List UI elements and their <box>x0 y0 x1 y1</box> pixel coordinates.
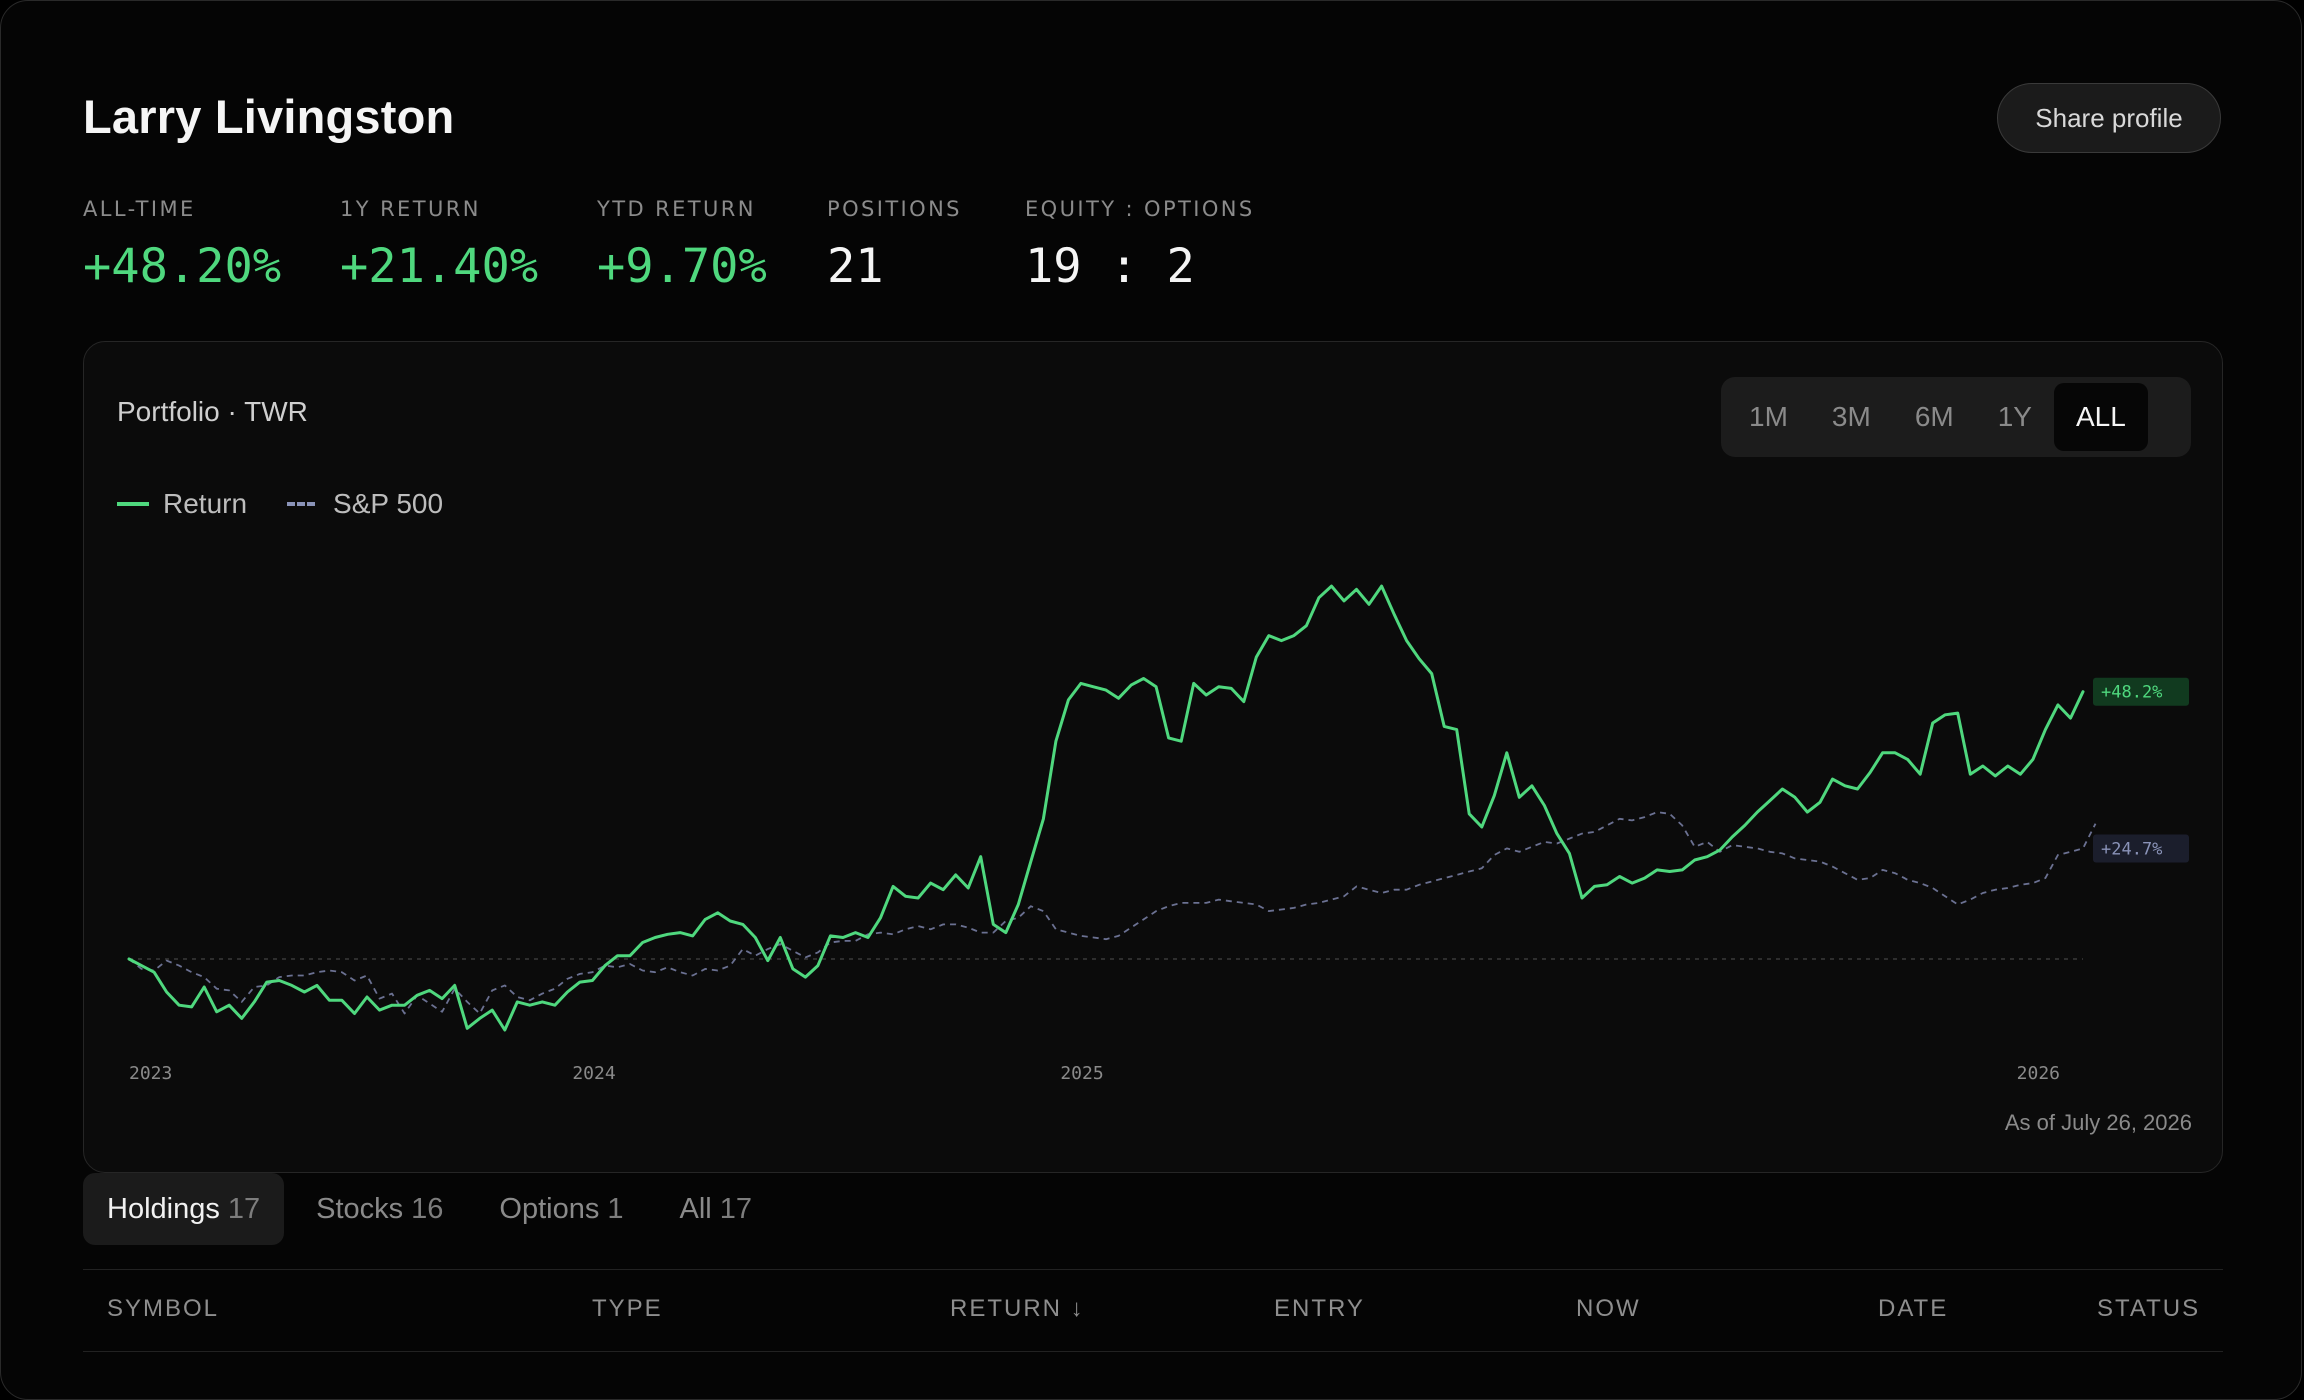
profile-page: Larry Livingston Share profile ALL-TIME … <box>0 0 2302 1400</box>
holdings-tabs: Holdings 17 Stocks 16 Options 1 All 17 <box>83 1173 784 1245</box>
tab-holdings[interactable]: Holdings 17 <box>83 1173 285 1245</box>
x-tick-label: 2024 <box>572 1063 615 1084</box>
stat-label: POSITIONS <box>827 197 962 221</box>
as-of-date: As of July 26, 2026 <box>2004 1110 2192 1135</box>
share-profile-button[interactable]: Share profile <box>1997 83 2221 153</box>
page-title: Larry Livingston <box>83 90 455 143</box>
table-divider-top <box>83 1269 2223 1270</box>
tab-label: Holdings <box>107 1192 220 1225</box>
tab-stocks[interactable]: Stocks 16 <box>292 1173 467 1245</box>
column-header-return[interactable]: RETURN ↓ <box>950 1295 1085 1323</box>
x-tick-label: 2026 <box>2017 1063 2060 1084</box>
stat-label: ALL-TIME <box>83 197 196 221</box>
column-header-date[interactable]: DATE <box>1878 1295 1948 1323</box>
tab-options[interactable]: Options 1 <box>475 1173 647 1245</box>
tab-count: 1 <box>607 1192 624 1225</box>
stat-label: EQUITY : OPTIONS <box>1025 197 1255 221</box>
end-label-sp500: +24.7% <box>2101 839 2162 859</box>
stat-equity-options: EQUITY : OPTIONS 19 : 2 <box>1025 197 1255 294</box>
tab-label: All <box>679 1192 712 1225</box>
stat-ytd-return: YTD RETURN +9.70% <box>597 197 767 294</box>
stat-label: 1Y RETURN <box>340 197 481 221</box>
portfolio-chart-card: Portfolio · TWR 1M 3M 6M 1Y ALL Return S… <box>83 341 2223 1173</box>
tab-label: Stocks <box>316 1192 404 1225</box>
column-header-status[interactable]: STATUS <box>2097 1295 2200 1323</box>
tab-label: Options <box>499 1192 600 1225</box>
column-header-symbol[interactable]: SYMBOL <box>107 1295 219 1323</box>
tab-count: 17 <box>719 1192 752 1225</box>
stat-label: YTD RETURN <box>597 197 756 221</box>
tab-count: 16 <box>411 1192 444 1225</box>
tab-count: 17 <box>227 1192 261 1225</box>
stat-all-time: ALL-TIME +48.20% <box>83 197 281 294</box>
stat-value: +48.20% <box>83 239 282 294</box>
column-header-type[interactable]: TYPE <box>592 1295 663 1323</box>
end-label-return: +48.2% <box>2101 683 2162 703</box>
series-line-sp500 <box>128 811 2097 1015</box>
tab-all[interactable]: All 17 <box>656 1173 777 1245</box>
stat-value: 19 : 2 <box>1025 239 1195 294</box>
stat-value: +9.70% <box>597 239 767 294</box>
stat-positions: POSITIONS 21 <box>827 197 962 294</box>
stat-1y-return: 1Y RETURN +21.40% <box>340 197 538 294</box>
column-header-entry[interactable]: ENTRY <box>1274 1295 1365 1323</box>
stat-value: 21 <box>827 239 884 294</box>
x-tick-label: 2023 <box>129 1063 172 1084</box>
x-tick-label: 2025 <box>1060 1063 1103 1084</box>
portfolio-line-chart: +48.2% +24.7% 2023 2024 2025 2026 <box>127 584 2189 1084</box>
stat-value: +21.40% <box>340 239 539 294</box>
series-line-return <box>127 584 2085 1032</box>
column-header-now[interactable]: NOW <box>1576 1295 1641 1323</box>
table-divider-bottom <box>83 1351 2223 1352</box>
